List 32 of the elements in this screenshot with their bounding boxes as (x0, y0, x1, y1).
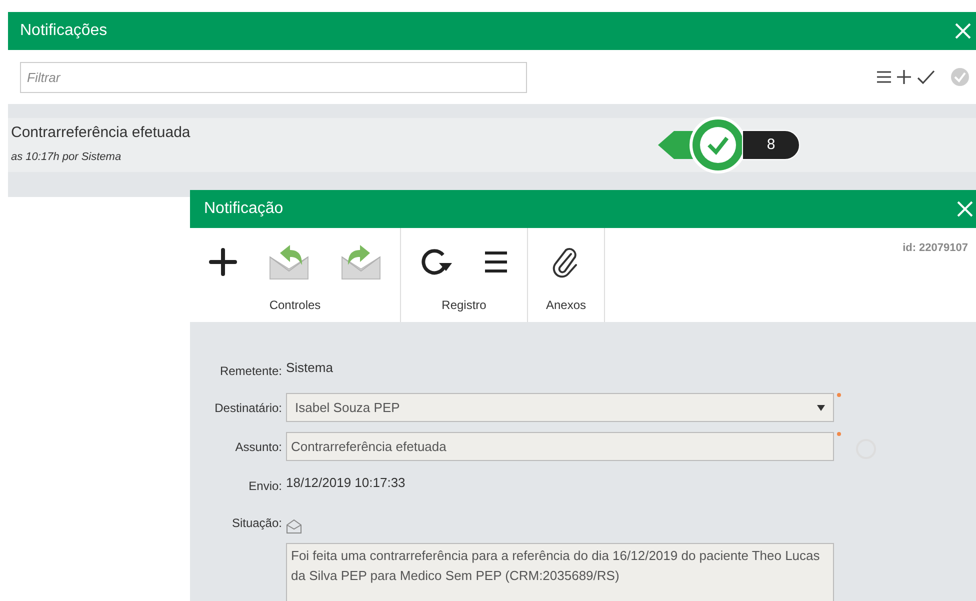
notification-title: Contrarreferência efetuada (11, 123, 190, 143)
close-icon[interactable] (956, 200, 974, 218)
group-label: Registro (442, 297, 486, 314)
count-badge: 8 (742, 130, 800, 160)
panel-title: Notificações (20, 21, 108, 41)
notification-item[interactable]: Contrarreferência efetuada as 10:17h por Sistema 8 (8, 118, 976, 172)
field-label: Destinatário: (214, 401, 282, 415)
field-label: Situação: (232, 516, 282, 530)
message-field[interactable]: Foi feita uma contrarreferência para a referência do dia 16/12/2019 do paciente Theo Lucas da Silva PEP para Medico Sem PEP (CRM:2035689/RS) (286, 543, 834, 601)
plus-icon[interactable] (896, 69, 912, 85)
group-label: Anexos (546, 297, 586, 314)
dialog-title: Notificação (204, 199, 284, 219)
recipient-select[interactable]: Isabel Souza PEP (286, 393, 834, 422)
refresh-icon[interactable] (419, 247, 453, 277)
envelope-open-icon (286, 518, 302, 534)
record-id: id: 22079107 (902, 241, 968, 256)
plus-icon[interactable] (208, 247, 238, 277)
close-icon[interactable] (954, 22, 972, 40)
menu-icon[interactable] (483, 250, 509, 274)
dropdown-caret-icon[interactable] (817, 404, 825, 410)
menu-icon[interactable] (876, 70, 892, 84)
field-label: Envio: (248, 479, 282, 493)
group-label: Controles (269, 297, 321, 314)
field-label: Remetente: (220, 364, 282, 378)
check-icon[interactable] (916, 69, 936, 85)
check-circle-icon[interactable] (950, 67, 970, 87)
notification-meta: as 10:17h por Sistema (11, 150, 122, 164)
subject-field[interactable]: Contrarreferência efetuada (286, 432, 834, 461)
field-label: Assunto: (235, 440, 282, 454)
filter-field[interactable]: Filtrar (20, 62, 527, 92)
field-value: 18/12/2019 10:17:33 (286, 474, 406, 492)
field-value: Sistema (286, 359, 333, 377)
